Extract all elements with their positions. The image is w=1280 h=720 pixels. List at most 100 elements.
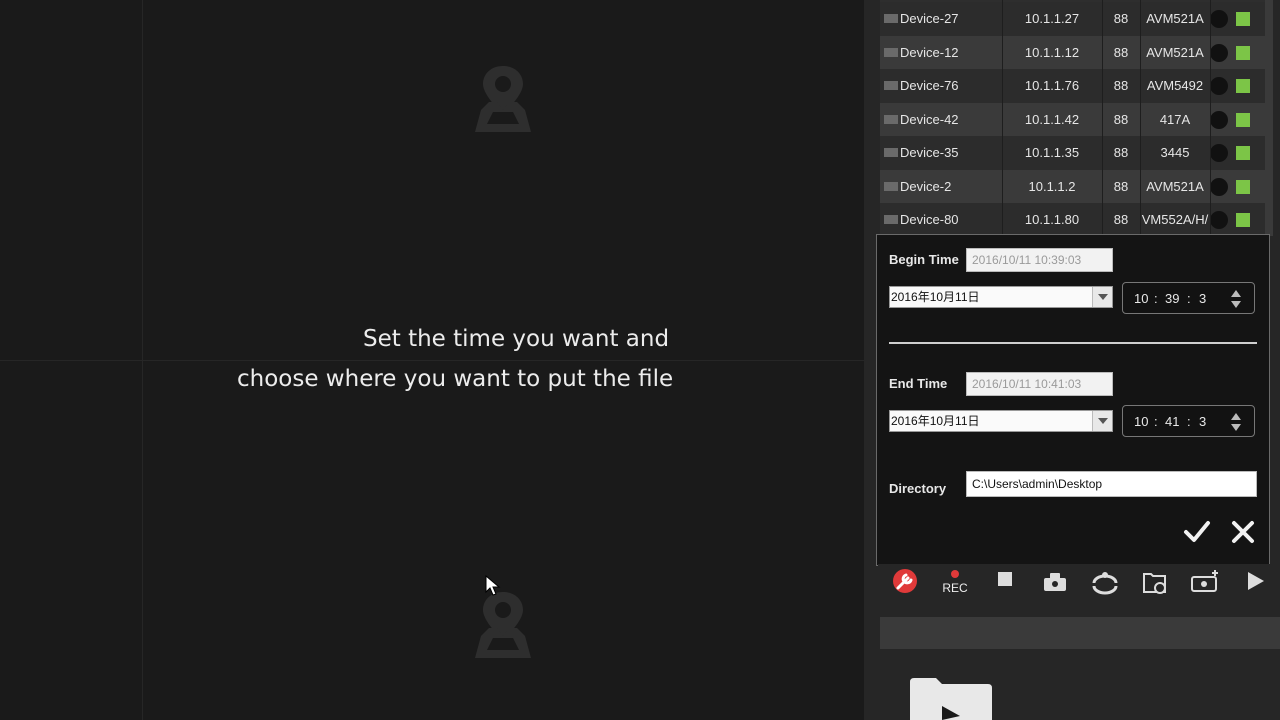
stop-icon [998,572,1012,586]
column-divider [1102,0,1103,236]
device-row[interactable]: Device-2 10.1.1.2 88 AVM521A [880,170,1265,204]
device-checkbox[interactable] [884,69,900,103]
connection-status-icon [1210,36,1234,70]
device-checkbox[interactable] [884,170,900,204]
device-ip: 10.1.1.42 [1024,112,1080,127]
record-button[interactable]: REC [932,564,978,604]
begin-hour[interactable]: 10 [1134,291,1148,306]
begin-time-spinner[interactable]: 10 : 39 : 3 [1122,282,1255,314]
directory-input[interactable]: C:\Users\admin\Desktop [966,471,1257,497]
device-model: AVM521A [1146,179,1204,194]
stop-button[interactable] [982,564,1028,604]
chevron-down-icon[interactable] [1092,287,1112,307]
column-divider [1210,0,1211,236]
device-row[interactable]: Device-42 10.1.1.42 88 417A [880,103,1265,137]
end-time-label: End Time [889,376,948,391]
device-row[interactable]: Device-35 10.1.1.35 88 3445 [880,136,1265,170]
video-grid[interactable]: Set the time you want and choose where y… [0,0,864,720]
device-name: Device-35 [900,145,959,160]
online-status-icon [1236,36,1260,70]
device-list[interactable]: Device-27 10.1.1.27 88 AVM521A Device-12… [880,0,1265,237]
begin-minute[interactable]: 39 [1165,291,1179,306]
device-ip: 10.1.1.76 [1024,78,1080,93]
end-date-select[interactable]: 2016年10月11日 [889,410,1113,432]
device-name: Device-76 [900,78,959,93]
timeline-bar[interactable] [880,617,1280,649]
device-checkbox[interactable] [884,103,900,137]
device-row[interactable]: Device-80 10.1.1.80 88 VM552A/H/ [880,203,1265,237]
connection-status-icon [1210,203,1234,237]
device-port: 88 [1113,179,1129,194]
online-status-icon [1236,170,1260,204]
end-date-value: 2016年10月11日 [891,414,980,428]
column-divider [1002,0,1003,236]
time-separator: : [1187,291,1191,306]
settings-button[interactable] [882,564,928,604]
folder-video-icon [1143,573,1166,594]
connection-status-icon [1210,170,1234,204]
device-name: Device-27 [900,11,959,26]
sync-icon [1092,572,1118,595]
online-status-icon [1236,203,1260,237]
sync-button[interactable] [1082,564,1128,604]
device-model: 417A [1159,112,1191,127]
device-model: 3445 [1160,145,1190,160]
end-second[interactable]: 3 [1199,414,1206,429]
map-pin-icon [475,592,531,658]
connection-status-icon [1210,103,1234,137]
device-port: 88 [1113,45,1129,60]
wrench-icon [893,569,917,593]
close-icon[interactable] [1228,517,1258,547]
column-divider [1140,0,1141,236]
device-row[interactable]: Device-76 10.1.1.76 88 AVM5492 [880,69,1265,103]
spin-arrows-icon[interactable] [1230,412,1242,432]
end-hour[interactable]: 10 [1134,414,1148,429]
spin-arrows-icon[interactable] [1230,289,1242,309]
open-folder-button[interactable] [1132,564,1178,604]
play-button[interactable] [1232,564,1278,604]
device-model: VM552A/H/ [1141,212,1209,227]
device-port: 88 [1113,112,1129,127]
camera-icon [1044,573,1066,591]
time-separator: : [1154,291,1158,306]
directory-label: Directory [889,481,947,496]
online-status-icon [1236,136,1260,170]
time-separator: : [1154,414,1158,429]
device-checkbox[interactable] [884,2,900,36]
caption-line-2: choose where you want to put the file [237,366,674,392]
online-status-icon [1236,103,1260,137]
connection-status-icon [1210,69,1234,103]
end-time-display: 2016/10/11 10:41:03 [966,372,1113,396]
begin-date-select[interactable]: 2016年10月11日 [889,286,1113,308]
device-name: Device-80 [900,212,959,227]
device-checkbox[interactable] [884,36,900,70]
device-port: 88 [1113,145,1129,160]
begin-time-display: 2016/10/11 10:39:03 [966,248,1113,272]
device-name: Device-42 [900,112,959,127]
device-ip: 10.1.1.35 [1024,145,1080,160]
device-ip: 10.1.1.80 [1024,212,1080,227]
device-checkbox[interactable] [884,136,900,170]
device-port: 88 [1113,212,1129,227]
device-row[interactable]: Device-12 10.1.1.12 88 AVM521A [880,36,1265,70]
device-ip: 10.1.1.27 [1024,11,1080,26]
device-list-scrollbar[interactable] [1265,0,1273,236]
add-camera-button[interactable] [1182,564,1228,604]
confirm-check-icon[interactable] [1182,517,1212,547]
chevron-down-icon[interactable] [1092,411,1112,431]
device-checkbox[interactable] [884,203,900,237]
end-minute[interactable]: 41 [1165,414,1179,429]
begin-date-value: 2016年10月11日 [891,290,980,304]
begin-second[interactable]: 3 [1199,291,1206,306]
snapshot-button[interactable] [1032,564,1078,604]
map-pin-icon [475,66,531,132]
device-row[interactable]: Device-27 10.1.1.27 88 AVM521A [880,2,1265,36]
dialog-divider [889,342,1257,344]
device-name: Device-2 [900,179,952,194]
device-port: 88 [1113,11,1129,26]
mouse-cursor-icon [485,575,501,596]
time-separator: : [1187,414,1191,429]
video-folder-icon[interactable] [906,672,996,720]
end-time-spinner[interactable]: 10 : 41 : 3 [1122,405,1255,437]
record-label: REC [942,581,968,595]
